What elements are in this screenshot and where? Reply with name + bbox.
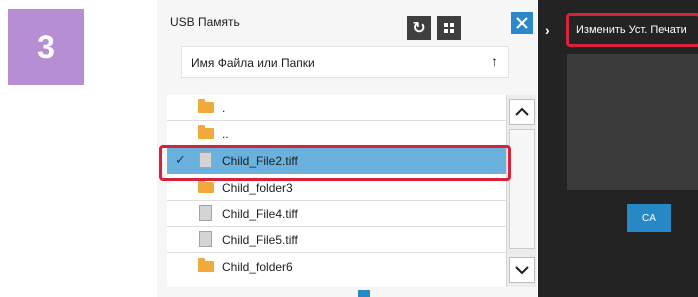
chevron-up-icon (515, 107, 529, 116)
list-item-folder[interactable]: Child_folder3 (167, 175, 506, 201)
bottom-indicator (358, 290, 370, 297)
list-item-label: Child_folder3 (222, 181, 293, 195)
chevron-down-icon (515, 266, 529, 275)
file-browser-panel: USB Память ↻ Имя Файла или Папки ↑ . .. … (157, 0, 538, 297)
list-item-label: Child_File2.tiff (222, 154, 298, 168)
file-list: . .. ✓ Child_File2.tiff Child_folder3 Ch… (167, 95, 506, 287)
action-panel-area (567, 54, 698, 190)
file-icon (198, 205, 212, 221)
list-item-parent[interactable]: .. (167, 121, 506, 147)
scroll-up-button[interactable] (509, 99, 535, 125)
clear-all-button[interactable]: CA (627, 204, 671, 232)
list-item-label: .. (222, 127, 229, 141)
folder-icon (198, 125, 214, 139)
list-item-dot[interactable]: . (167, 95, 506, 121)
list-item-label: Child_folder6 (222, 260, 293, 274)
grid-icon (444, 23, 454, 33)
thumbnail-view-button[interactable] (437, 16, 461, 40)
sort-ascending-icon: ↑ (491, 53, 498, 69)
checkmark-icon: ✓ (175, 152, 186, 167)
panel-title: USB Память (170, 15, 240, 29)
scroll-thumb[interactable] (509, 129, 535, 249)
list-item-label: Child_File5.tiff (222, 233, 298, 247)
list-item-selected-file[interactable]: ✓ Child_File2.tiff (167, 148, 506, 174)
sort-selector[interactable]: Имя Файла или Папки ↑ (181, 46, 509, 78)
list-item-label: . (222, 101, 226, 115)
sort-label: Имя Файла или Папки (191, 56, 315, 70)
list-item-label: Child_File4.tiff (222, 207, 298, 221)
device-screen: USB Память ↻ Имя Файла или Папки ↑ . .. … (157, 0, 698, 297)
list-item-file[interactable]: Child_File4.tiff (167, 201, 506, 227)
clear-all-label: CA (642, 212, 656, 224)
folder-icon (198, 99, 214, 113)
list-item-file[interactable]: Child_File5.tiff (167, 227, 506, 253)
file-icon (198, 152, 212, 168)
change-print-settings-button[interactable]: Изменить Уст. Печати (566, 13, 698, 47)
folder-icon (198, 258, 214, 272)
list-item-folder[interactable]: Child_folder6 (167, 254, 506, 280)
file-icon (198, 231, 212, 247)
folder-icon (198, 179, 214, 193)
refresh-icon: ↻ (412, 20, 426, 37)
close-button[interactable] (511, 12, 533, 34)
action-panel-tab-arrow[interactable]: › (545, 22, 550, 38)
scroll-down-button[interactable] (509, 257, 535, 283)
refresh-button[interactable]: ↻ (407, 16, 431, 40)
step-number-badge: 3 (8, 9, 84, 85)
step-number: 3 (37, 28, 55, 65)
scrollbar[interactable] (506, 95, 536, 287)
close-icon (516, 17, 528, 29)
change-print-settings-label: Изменить Уст. Печати (576, 24, 687, 36)
